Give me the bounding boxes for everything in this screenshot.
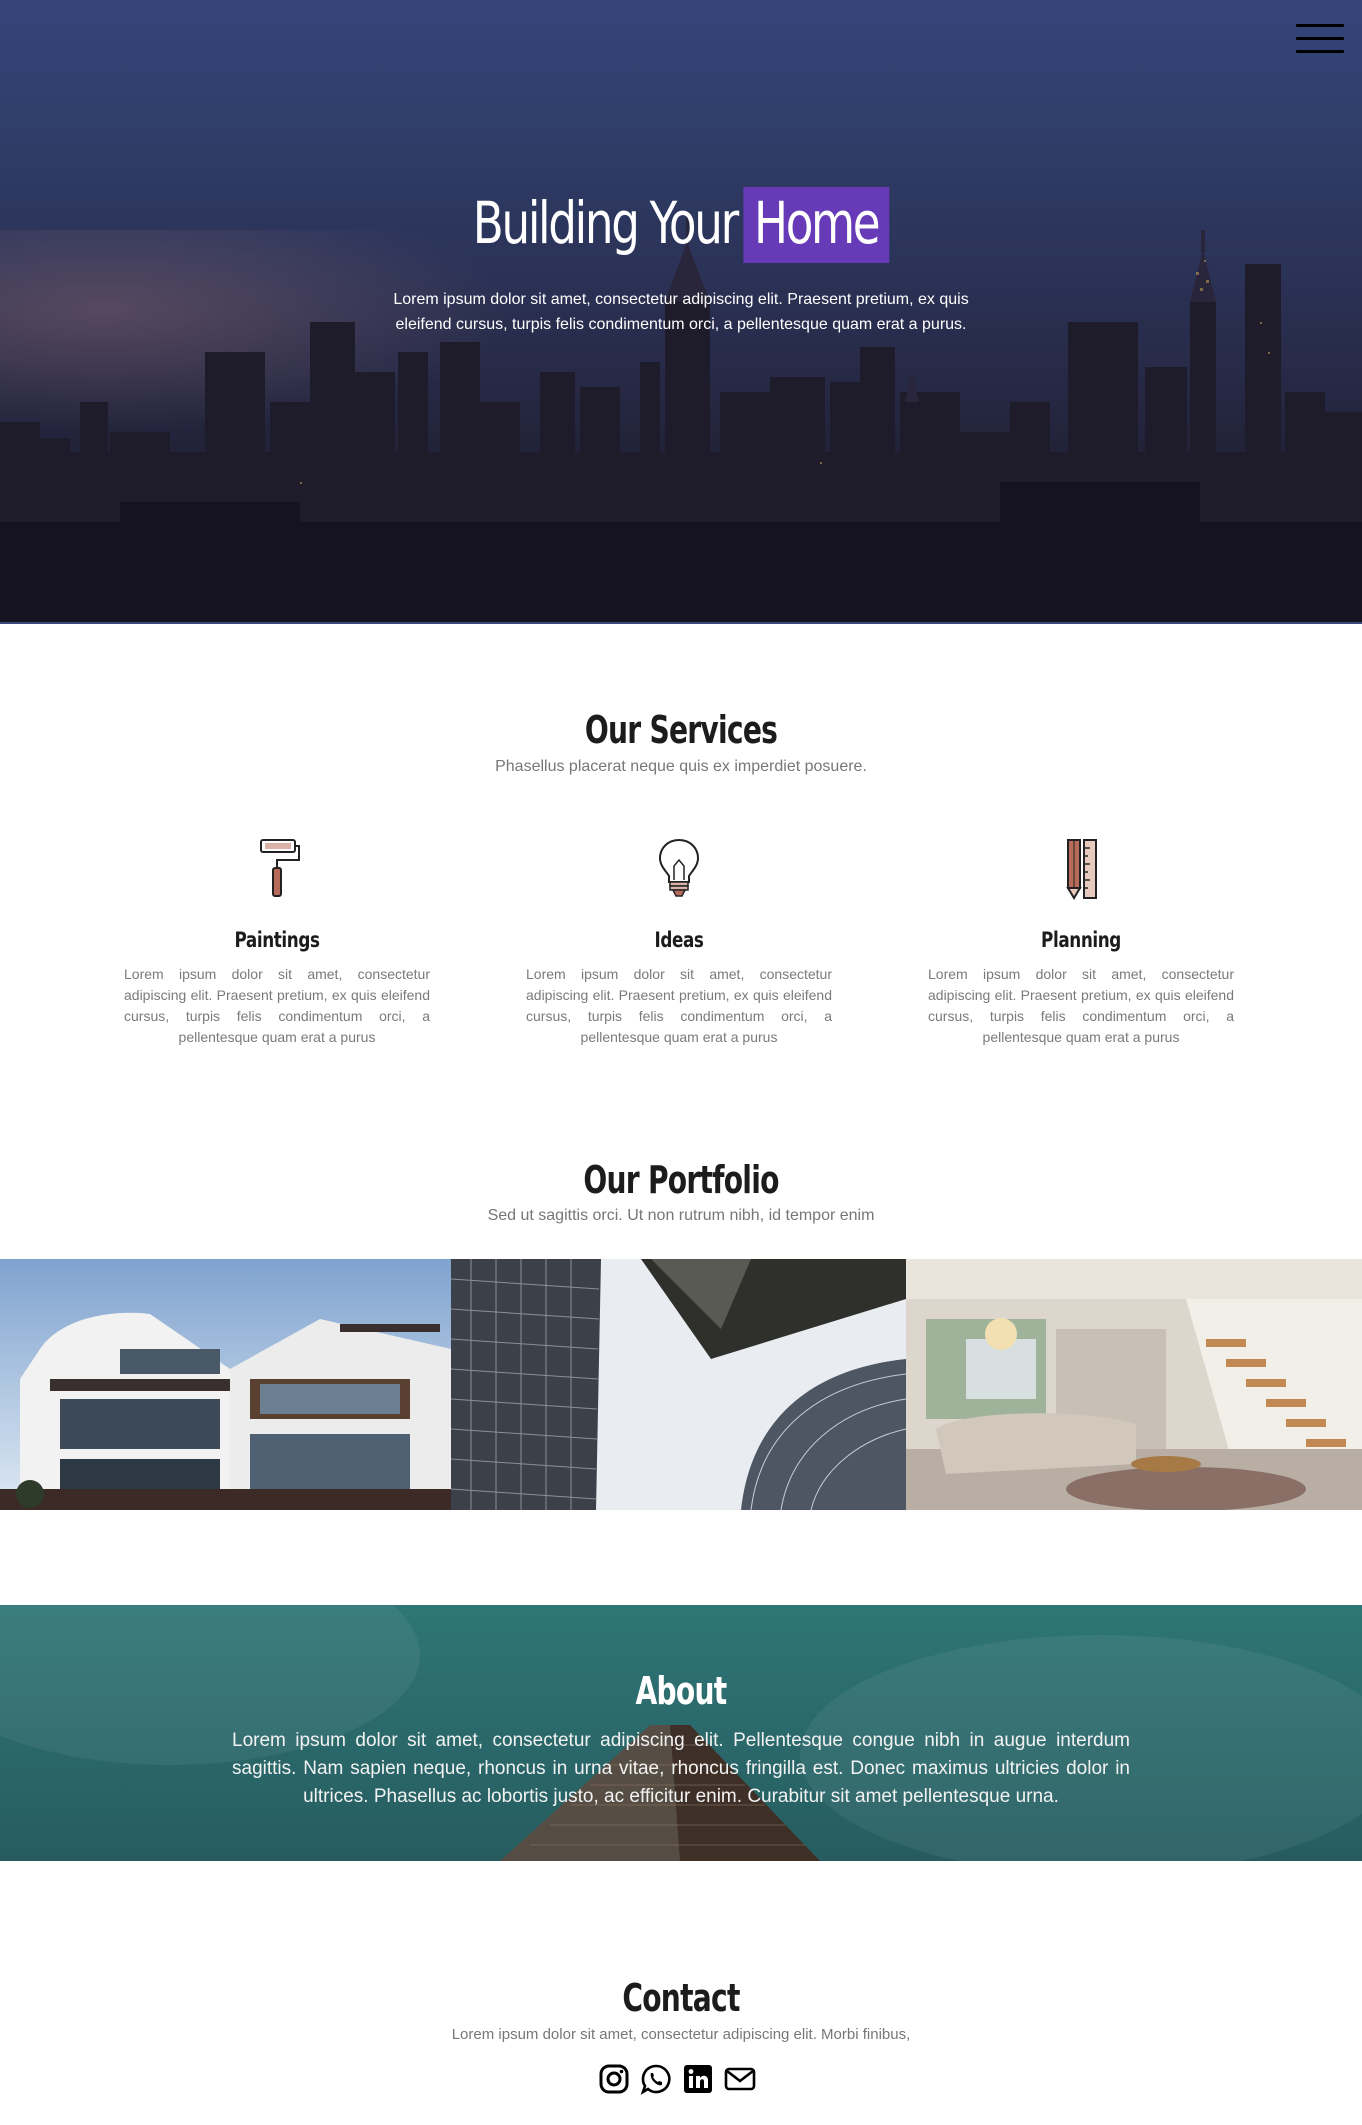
hero-subtitle: Lorem ipsum dolor sit amet, consectetur … xyxy=(393,291,969,333)
about-section: About Lorem ipsum dolor sit amet, consec… xyxy=(0,1605,1362,1861)
instagram-icon[interactable] xyxy=(598,2063,630,2095)
service-text: Lorem ipsum dolor sit amet, consectetur … xyxy=(928,966,1234,1045)
portfolio-image-interior[interactable] xyxy=(906,1259,1362,1510)
service-title: Paintings xyxy=(234,928,320,952)
portfolio-subtitle: Sed ut sagittis orci. Ut non rutrum nibh… xyxy=(487,1207,875,1224)
hero-section: Building Your Home Lorem ipsum dolor sit … xyxy=(0,0,1362,624)
hero-title-text: Building Your xyxy=(472,189,739,257)
hamburger-bar xyxy=(1296,37,1344,40)
menu-toggle-button[interactable] xyxy=(1296,24,1344,54)
portfolio-image-skyscrapers[interactable] xyxy=(451,1259,906,1510)
services-subtitle: Phasellus placerat neque quis ex imperdi… xyxy=(495,758,867,775)
hamburger-bar xyxy=(1296,50,1344,53)
service-text: Lorem ipsum dolor sit amet, consectetur … xyxy=(526,966,832,1045)
portfolio-title: Our Portfolio xyxy=(583,1158,779,1202)
email-icon[interactable] xyxy=(724,2063,756,2095)
services-title: Our Services xyxy=(584,708,778,752)
portfolio-image-house[interactable] xyxy=(0,1259,451,1510)
service-card-paintings: Paintings Lorem ipsum dolor sit amet, co… xyxy=(124,836,430,1048)
social-links xyxy=(598,2063,756,2095)
hero-title-highlight: Home xyxy=(743,187,890,263)
hero-title: Building Your Home xyxy=(150,187,1212,263)
city-skyline-image xyxy=(0,212,1362,622)
service-card-ideas: Ideas Lorem ipsum dolor sit amet, consec… xyxy=(526,836,832,1048)
service-title: Planning xyxy=(1041,928,1121,952)
interior-photo xyxy=(906,1259,1362,1510)
lightbulb-icon xyxy=(658,838,700,897)
paint-roller-icon xyxy=(260,839,300,897)
house-photo xyxy=(0,1259,451,1510)
whatsapp-icon[interactable] xyxy=(640,2063,672,2095)
about-title: About xyxy=(635,1669,728,1713)
contact-subtitle: Lorem ipsum dolor sit amet, consectetur … xyxy=(451,2026,911,2043)
linkedin-icon[interactable] xyxy=(682,2063,714,2095)
hamburger-bar xyxy=(1296,24,1344,27)
service-text: Lorem ipsum dolor sit amet, consectetur … xyxy=(124,966,430,1045)
skyscrapers-photo xyxy=(451,1259,906,1510)
about-text: Lorem ipsum dolor sit amet, consectetur … xyxy=(232,1730,1130,1807)
service-title: Ideas xyxy=(654,928,704,952)
contact-title: Contact xyxy=(622,1976,740,2020)
pencil-ruler-icon xyxy=(1066,839,1097,900)
service-card-planning: Planning Lorem ipsum dolor sit amet, con… xyxy=(928,836,1234,1048)
